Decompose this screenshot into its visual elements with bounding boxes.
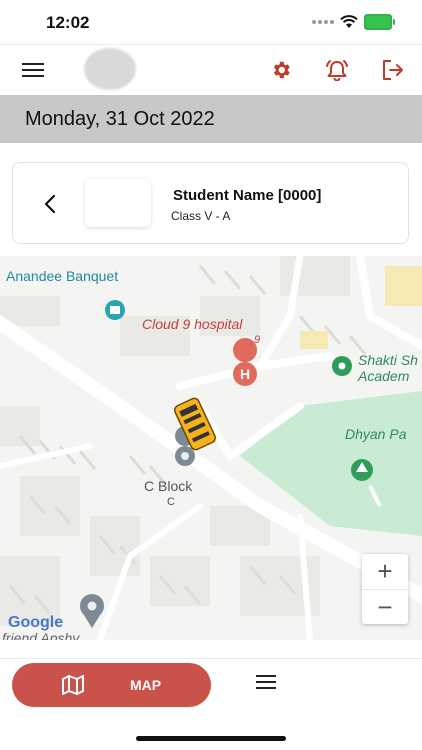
park-pin[interactable] [351, 459, 373, 481]
battery-icon [364, 14, 395, 30]
logout-button[interactable] [377, 54, 409, 86]
wifi-icon [340, 15, 358, 28]
status-icons [312, 14, 395, 30]
map-label-academy-2: Academ [358, 368, 410, 384]
banquet-pin[interactable] [105, 300, 125, 320]
alarm-bell-icon [326, 60, 348, 81]
chevron-left-icon [44, 194, 56, 214]
gear-icon [273, 61, 290, 79]
map-label-c-block: C Block [144, 478, 193, 494]
zoom-out-button[interactable]: − [362, 589, 408, 625]
hamburger-icon [22, 63, 44, 77]
student-card: Student Name [0000] Class V - A [12, 162, 409, 244]
settings-button[interactable] [265, 54, 297, 86]
google-logo: Google [8, 614, 64, 631]
student-class: Class V - A [171, 209, 231, 223]
map-label-academy-1: Shakti Sh [358, 352, 418, 368]
map-label-hospital: Cloud 9 hospital [142, 316, 243, 332]
status-time: 12:02 [46, 13, 90, 32]
logout-icon [383, 60, 403, 80]
map-canvas: H [0, 256, 422, 640]
previous-student-button[interactable] [39, 191, 63, 217]
alarm-button[interactable] [321, 54, 353, 86]
app-header [0, 44, 422, 95]
current-date: Monday, 31 Oct 2022 [25, 108, 215, 130]
status-bar: 12:02 [0, 0, 422, 44]
list-tab-button[interactable] [254, 674, 284, 698]
signal-icon [312, 20, 334, 24]
zoom-controls: + − [362, 554, 408, 624]
svg-text:H: H [240, 366, 250, 382]
map-tab-label: MAP [130, 677, 162, 693]
live-map[interactable]: H Anandee Banquet Cloud 9 hospital 9 Sha… [0, 256, 422, 640]
date-bar: Monday, 31 Oct 2022 [0, 95, 422, 143]
map-label-c-block-sub: C [167, 496, 175, 508]
zoom-in-button[interactable]: + [362, 554, 408, 589]
home-indicator [136, 736, 286, 741]
list-icon [256, 675, 276, 689]
map-label-hospital-sub: 9 [254, 334, 261, 346]
avatar[interactable] [84, 48, 136, 90]
academy-pin[interactable] [332, 356, 352, 376]
map-label-banquet: Anandee Banquet [6, 268, 119, 284]
menu-button[interactable] [17, 54, 49, 86]
student-photo [85, 179, 151, 227]
map-tab-button[interactable]: MAP [12, 663, 211, 707]
map-icon [62, 675, 84, 695]
street-pin[interactable] [80, 594, 104, 628]
map-label-park: Dhyan Pa [345, 426, 407, 442]
student-name: Student Name [0000] [173, 187, 322, 204]
